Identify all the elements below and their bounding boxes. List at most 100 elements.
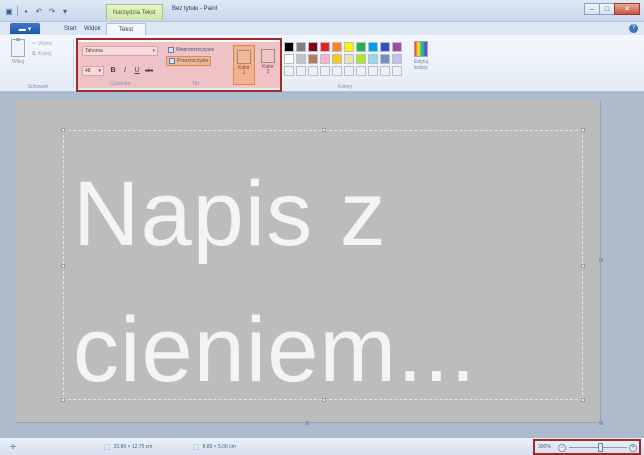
file-menu-icon: ▬ ▾ xyxy=(18,25,32,33)
color2-swatch xyxy=(261,49,275,63)
palette-swatch[interactable] xyxy=(344,42,354,52)
edit-colors-button[interactable]: Edytuj kolory xyxy=(408,41,434,71)
palette-swatch[interactable] xyxy=(284,42,294,52)
palette-swatch[interactable] xyxy=(368,42,378,52)
chevron-down-icon: ▾ xyxy=(98,68,101,74)
palette-swatch[interactable] xyxy=(284,66,294,76)
window-controls: – □ ✕ xyxy=(584,3,640,15)
font-name-dropdown[interactable]: Tahoma ▾ xyxy=(82,46,158,56)
palette-swatch[interactable] xyxy=(380,42,390,52)
opaque-icon xyxy=(168,47,174,53)
palette-swatch[interactable] xyxy=(380,54,390,64)
minimize-button[interactable]: – xyxy=(584,3,600,15)
ribbon: Wklej ✂ Wytnij ⧉ Kopiuj Schowek Tahoma ▾… xyxy=(0,35,644,92)
color1-label: Kolor 1 xyxy=(238,65,250,76)
cut-button[interactable]: ✂ Wytnij xyxy=(32,41,52,47)
ribbon-tabs: ▬ ▾ Start Widok Tekst ? xyxy=(0,22,644,35)
palette-swatch[interactable] xyxy=(380,66,390,76)
close-button[interactable]: ✕ xyxy=(614,3,640,15)
status-bar: ✛ ⬚ 23,89 × 12,75 cm ⬚ 8,89 × 5,00 cm 30… xyxy=(0,437,644,455)
color1-button[interactable]: Kolor 1 xyxy=(233,45,255,85)
canvas-resize-grip[interactable] xyxy=(305,421,309,425)
color2-label: Kolor 2 xyxy=(262,64,274,75)
window-title: Bez tytułu - Paint xyxy=(172,6,218,12)
palette-swatch[interactable] xyxy=(308,66,318,76)
palette-swatch[interactable] xyxy=(368,54,378,64)
zoom-out-button[interactable]: − xyxy=(558,444,566,452)
resize-handle[interactable] xyxy=(61,128,65,132)
palette-swatch[interactable] xyxy=(356,54,366,64)
copy-button[interactable]: ⧉ Kopiuj xyxy=(32,51,51,57)
tab-widok[interactable]: Widok xyxy=(80,23,105,35)
palette-swatch[interactable] xyxy=(296,42,306,52)
redo-icon[interactable]: ↷ xyxy=(47,6,57,16)
palette-swatch[interactable] xyxy=(308,54,318,64)
maximize-button[interactable]: □ xyxy=(599,3,615,15)
selection-size-value: 23,89 × 12,75 cm xyxy=(113,444,153,450)
opaque-option[interactable]: Nieprzezroczyste xyxy=(166,45,216,55)
transparent-icon xyxy=(169,58,175,64)
canvas-resize-grip[interactable] xyxy=(599,421,603,425)
background-group: Nieprzezroczyste Przezroczyste Tło xyxy=(162,42,229,88)
palette-swatch[interactable] xyxy=(392,42,402,52)
canvas-text[interactable]: Napis z cieniem... xyxy=(73,146,583,418)
palette-swatch[interactable] xyxy=(284,54,294,64)
clipboard-group-label: Schowek xyxy=(27,84,49,90)
undo-icon[interactable]: ↶ xyxy=(34,6,44,16)
zoom-in-button[interactable]: + xyxy=(629,444,637,452)
customize-qat-icon[interactable]: ▾ xyxy=(60,6,70,16)
image-size-value: 8,89 × 5,00 cm xyxy=(202,444,236,450)
italic-button[interactable]: I xyxy=(120,66,130,76)
strikethrough-button[interactable]: abc xyxy=(144,66,154,76)
resize-handle[interactable] xyxy=(61,398,65,402)
palette-swatch[interactable] xyxy=(392,54,402,64)
palette-swatch[interactable] xyxy=(344,54,354,64)
resize-handle[interactable] xyxy=(581,128,585,132)
palette-swatch[interactable] xyxy=(356,66,366,76)
zoom-control: 300% − + xyxy=(533,439,641,455)
paste-button[interactable]: Wklej xyxy=(6,38,30,65)
palette-swatch[interactable] xyxy=(296,66,306,76)
transparent-option[interactable]: Przezroczyste xyxy=(166,56,212,66)
color2-button[interactable]: Kolor 2 xyxy=(257,45,279,85)
selection-size: ⬚ 23,89 × 12,75 cm xyxy=(104,443,152,451)
rainbow-icon xyxy=(414,41,428,57)
font-size-dropdown[interactable]: 48 ▾ xyxy=(82,66,104,76)
color1-swatch xyxy=(237,50,251,64)
palette-swatch[interactable] xyxy=(308,42,318,52)
palette-swatch[interactable] xyxy=(344,66,354,76)
scissors-icon: ✂ xyxy=(32,41,37,47)
palette-swatch[interactable] xyxy=(332,42,342,52)
save-icon[interactable]: ▪ xyxy=(21,6,31,16)
canvas-resize-grip[interactable] xyxy=(599,258,603,262)
palette-swatch[interactable] xyxy=(320,66,330,76)
group-separator xyxy=(73,39,74,87)
drawing-canvas[interactable]: Napis z cieniem... xyxy=(15,100,600,422)
palette-swatch[interactable] xyxy=(296,54,306,64)
palette-swatch[interactable] xyxy=(332,66,342,76)
tab-start[interactable]: Start xyxy=(60,23,81,35)
opaque-label: Nieprzezroczyste xyxy=(176,47,215,53)
zoom-slider-thumb[interactable] xyxy=(598,443,603,452)
paint-app-icon[interactable]: ▣ xyxy=(4,6,14,16)
underline-button[interactable]: U xyxy=(132,66,142,76)
help-icon[interactable]: ? xyxy=(629,24,638,33)
transparent-label: Przezroczyste xyxy=(177,58,209,64)
palette-swatch[interactable] xyxy=(368,66,378,76)
workspace: Napis z cieniem... xyxy=(0,92,644,437)
bold-button[interactable]: B xyxy=(108,66,118,76)
file-menu-button[interactable]: ▬ ▾ xyxy=(10,23,40,34)
palette-swatch[interactable] xyxy=(332,54,342,64)
resize-handle[interactable] xyxy=(61,264,65,268)
zoom-level: 300% xyxy=(538,444,551,450)
resize-handle[interactable] xyxy=(322,128,326,132)
palette-swatch[interactable] xyxy=(356,42,366,52)
selection-size-icon: ⬚ xyxy=(104,444,111,451)
tab-tekst[interactable]: Tekst xyxy=(106,23,146,35)
background-group-label: Tło xyxy=(192,81,199,87)
cursor-position: ✛ xyxy=(10,443,19,451)
font-group-label: Czcionka xyxy=(109,81,131,87)
palette-swatch[interactable] xyxy=(392,66,402,76)
palette-swatch[interactable] xyxy=(320,42,330,52)
palette-swatch[interactable] xyxy=(320,54,330,64)
